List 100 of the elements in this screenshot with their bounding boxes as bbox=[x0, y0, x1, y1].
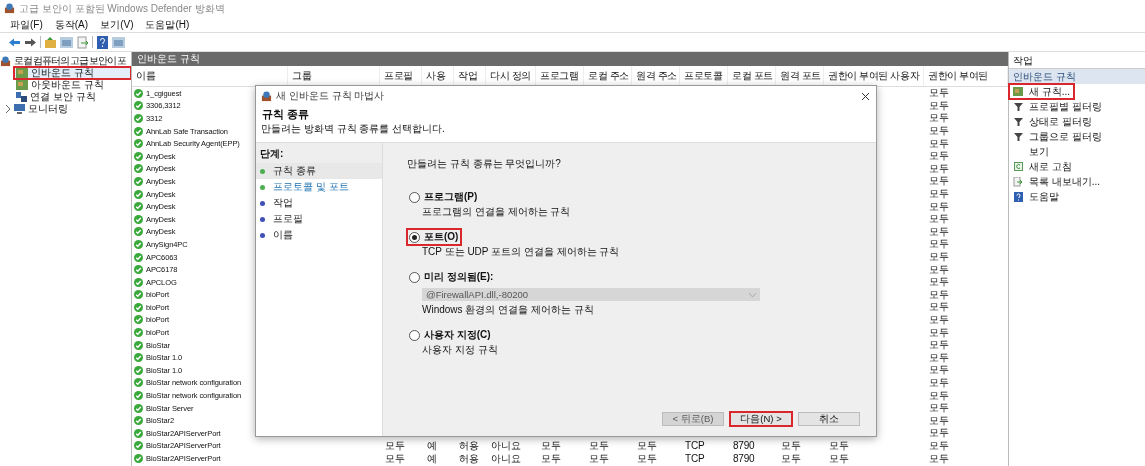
question-text: 만들려는 규칙 종류는 무엇입니까? bbox=[407, 157, 562, 171]
check-icon bbox=[134, 403, 143, 413]
menu-item[interactable]: 도움말(H) bbox=[145, 17, 190, 32]
table-cell-text: 모두 bbox=[928, 325, 950, 340]
dropdown-field[interactable]: @FirewallAPI.dll,-80200 bbox=[422, 288, 760, 301]
check-icon bbox=[134, 416, 143, 426]
table-cell-text: 모두 bbox=[828, 451, 850, 466]
action-item[interactable]: 목록 내보내기... bbox=[1009, 174, 1105, 189]
dialog-button[interactable]: 취소 bbox=[798, 412, 860, 426]
radio-option[interactable]: 프로그램(P) bbox=[407, 189, 481, 205]
menu-item[interactable]: 파일(F) bbox=[10, 17, 43, 32]
check-icon bbox=[134, 315, 143, 325]
check-icon bbox=[134, 378, 143, 388]
table-cell-text: 모두 bbox=[928, 136, 950, 151]
column-header[interactable]: 권한이 부여된 bbox=[924, 66, 1008, 86]
tree-item[interactable]: 연결 보안 규칙 bbox=[14, 91, 131, 103]
table-cell-text: 모두 bbox=[828, 438, 850, 453]
check-icon bbox=[134, 391, 143, 401]
check-icon bbox=[134, 239, 143, 249]
action-item[interactable]: 도움말 bbox=[1009, 189, 1063, 204]
table-cell-text: 모두 bbox=[928, 413, 950, 428]
check-icon bbox=[134, 88, 143, 98]
table-cell-text: 모두 bbox=[384, 438, 406, 453]
option-description: TCP 또는 UDP 포트의 연결을 제어하는 규칙 bbox=[421, 245, 621, 259]
check-icon bbox=[134, 189, 143, 199]
wizard-step[interactable]: 작업 bbox=[256, 195, 382, 211]
wizard-step[interactable]: 규칙 종류 bbox=[256, 163, 382, 179]
close-button[interactable] bbox=[861, 91, 870, 101]
table-cell-text: 모두 bbox=[780, 451, 802, 466]
check-icon bbox=[134, 340, 143, 350]
table-cell-text: 모두 bbox=[928, 199, 950, 214]
tree-item[interactable]: 인바운드 규칙 bbox=[14, 67, 131, 79]
table-cell-text: 모두 bbox=[928, 451, 950, 466]
action-item[interactable]: 상태로 필터링 bbox=[1009, 114, 1096, 129]
wizard-step[interactable]: 이름 bbox=[256, 227, 382, 243]
check-icon bbox=[134, 277, 143, 287]
action-item[interactable]: 그룹으로 필터링 bbox=[1009, 129, 1106, 144]
help-icon[interactable] bbox=[96, 35, 109, 49]
option-description: 사용자 지정 규칙 bbox=[421, 343, 499, 357]
table-cell-text: 모두 bbox=[928, 98, 950, 113]
firewall-icon bbox=[0, 55, 11, 67]
radio-option[interactable]: 사용자 지정(C) bbox=[407, 327, 494, 343]
actions-section[interactable]: 인바운드 규칙 bbox=[1009, 69, 1145, 84]
check-icon bbox=[134, 151, 143, 161]
check-icon bbox=[134, 176, 143, 186]
table-cell-text: 모두 bbox=[928, 350, 950, 365]
action-item[interactable]: 새 규칙... bbox=[1009, 84, 1075, 99]
table-cell-text: 아니요 bbox=[490, 451, 522, 466]
chevron-icon[interactable] bbox=[5, 105, 11, 113]
check-icon bbox=[134, 290, 143, 300]
check-icon bbox=[134, 139, 143, 149]
table-cell-text: 모두 bbox=[928, 287, 950, 302]
wizard-step[interactable]: 프로토콜 및 포트 bbox=[256, 179, 382, 195]
folder-icon[interactable] bbox=[44, 35, 57, 49]
window-title: 고급 보안이 포함된 Windows Defender 방화벽 bbox=[19, 1, 225, 16]
table-cell-text: 모두 bbox=[928, 375, 950, 390]
table-cell-text: 예 bbox=[426, 438, 438, 453]
table-cell-text: 모두 bbox=[540, 438, 562, 453]
table-cell-text: 모두 bbox=[928, 250, 950, 264]
table-cell-text: 모두 bbox=[928, 161, 950, 176]
table-cell-text: 모두 bbox=[928, 438, 950, 453]
export-icon[interactable] bbox=[76, 35, 89, 49]
menu-item[interactable]: 보기(V) bbox=[100, 17, 134, 32]
export-icon bbox=[1013, 176, 1023, 187]
table-cell-text: TCP bbox=[684, 453, 706, 464]
table-cell-text: 모두 bbox=[928, 388, 950, 403]
monitor-icon bbox=[14, 104, 25, 114]
grid-icon[interactable] bbox=[112, 35, 125, 49]
tree-root[interactable]: 로컬 컴퓨터의 고급 보안이 포 bbox=[14, 54, 126, 68]
check-icon bbox=[134, 164, 143, 174]
wizard-step[interactable]: 프로필 bbox=[256, 211, 382, 227]
tree-item[interactable]: 아웃바운드 규칙 bbox=[14, 79, 131, 91]
action-item[interactable]: 새로 고침 bbox=[1009, 159, 1076, 174]
check-icon bbox=[134, 252, 143, 262]
radio-option[interactable]: 미리 정의됨(E): bbox=[407, 269, 497, 285]
menu-item[interactable]: 동작(A) bbox=[54, 17, 89, 32]
check-icon bbox=[134, 202, 143, 212]
dialog-subtitle: 만들려는 방화벽 규칙 종류를 선택합니다. bbox=[260, 122, 446, 136]
table-cell-text: 모두 bbox=[928, 174, 950, 189]
refresh-icon bbox=[1013, 162, 1023, 171]
tree-item[interactable]: 모니터링 bbox=[14, 103, 131, 115]
steps-label: 단계: bbox=[256, 143, 382, 163]
table-cell-text: 모두 bbox=[780, 438, 802, 453]
table-cell-text: 모두 bbox=[928, 313, 950, 327]
action-item[interactable]: 보기 bbox=[1009, 144, 1053, 159]
dialog-button[interactable]: 다음(N) > bbox=[730, 412, 792, 426]
dialog-heading: 규칙 종류 bbox=[261, 106, 311, 122]
table-cell-text: 모두 bbox=[540, 451, 562, 466]
grid-icon[interactable] bbox=[60, 35, 73, 49]
table-cell-text: 모두 bbox=[928, 224, 950, 239]
table-cell-text: 8790 bbox=[732, 440, 756, 452]
check-icon bbox=[134, 441, 143, 451]
table-cell-text: 허용 bbox=[458, 438, 480, 453]
check-icon bbox=[134, 428, 143, 438]
computers-icon bbox=[16, 92, 27, 102]
radio-option[interactable]: 포트(O) bbox=[407, 229, 462, 245]
option-description: 프로그램의 연결을 제어하는 규칙 bbox=[421, 205, 572, 219]
table-cell-text: 모두 bbox=[928, 237, 950, 252]
action-item[interactable]: 프로필별 필터링 bbox=[1009, 99, 1106, 114]
check-icon bbox=[134, 454, 143, 463]
